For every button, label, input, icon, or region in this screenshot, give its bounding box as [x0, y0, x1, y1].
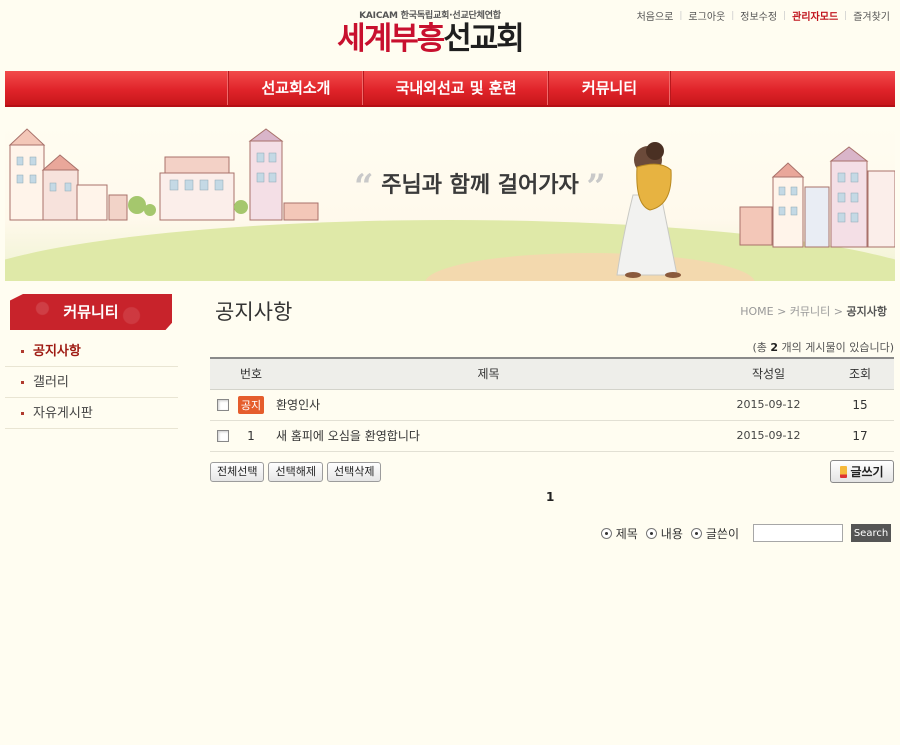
- post-count-suffix: 개의 게시물이 있습니다): [781, 341, 894, 354]
- header-date: 작성일: [711, 357, 826, 390]
- logout-link[interactable]: 로그아웃: [688, 8, 725, 23]
- deselect-button[interactable]: 선택해제: [268, 462, 323, 482]
- separator: |: [731, 10, 735, 21]
- hero-banner: “ 주님과 함께 걸어가자 ”: [5, 125, 895, 281]
- pencil-icon: [840, 465, 848, 478]
- nav-item-missions[interactable]: 국내외선교 및 훈련: [363, 71, 548, 105]
- radio-icon: [645, 527, 657, 539]
- separator: |: [844, 10, 848, 21]
- radio-icon: [600, 527, 612, 539]
- quote-open-icon: “: [354, 167, 374, 207]
- table-row: 1 새 홈피에 오심을 환영합니다 2015-09-12 17: [210, 420, 894, 452]
- search-option-label: 제목: [615, 526, 638, 541]
- row-num-cell: 공지: [236, 389, 266, 421]
- logo-title: 세계부흥선교회: [325, 22, 535, 56]
- row-date: 2015-09-12: [711, 389, 826, 421]
- breadcrumb-community[interactable]: 커뮤니티: [790, 305, 830, 318]
- notice-badge: 공지: [237, 395, 265, 414]
- table-row: 공지 환영인사 2015-09-12 15: [210, 389, 894, 421]
- search-option-label: 내용: [660, 526, 683, 541]
- row-num: 1: [236, 420, 266, 452]
- row-views: 17: [826, 420, 894, 452]
- logo-title-black: 선교회: [443, 21, 525, 57]
- search-bar: 제목 내용 글쓴이 Search: [600, 524, 891, 542]
- banner-slogan: “ 주님과 함께 걸어가자 ”: [320, 167, 640, 207]
- post-count: (총 2 개의 게시물이 있습니다): [752, 339, 894, 355]
- separator: |: [783, 10, 787, 21]
- nav-item-community[interactable]: 커뮤니티: [548, 71, 670, 105]
- sidebar-title-text: 커뮤니티: [63, 303, 119, 321]
- main-nav: 선교회소개 국내외선교 및 훈련 커뮤니티: [5, 71, 895, 107]
- board-table: 번호 제목 작성일 조회 공지 환영인사 2015-09-12 15 1 새 홈…: [210, 357, 894, 452]
- write-button[interactable]: 글쓰기: [830, 460, 894, 483]
- write-button-label: 글쓰기: [850, 465, 884, 479]
- page-title: 공지사항: [215, 300, 293, 324]
- sidebar-title: 커뮤니티: [10, 294, 172, 330]
- bulk-actions: 전체선택 선택해제 선택삭제: [210, 462, 382, 482]
- header-views: 조회: [826, 357, 894, 390]
- row-subject[interactable]: 새 홈피에 오심을 환영합니다: [266, 420, 711, 452]
- table-header-row: 번호 제목 작성일 조회: [210, 357, 894, 390]
- row-checkbox[interactable]: [217, 399, 229, 411]
- header-num: 번호: [236, 357, 266, 390]
- breadcrumb-home[interactable]: HOME: [740, 305, 773, 318]
- search-input[interactable]: [753, 524, 843, 542]
- nav-item-about[interactable]: 선교회소개: [228, 71, 363, 105]
- banner-slogan-text: 주님과 함께 걸어가자: [381, 173, 579, 198]
- edit-profile-link[interactable]: 정보수정: [740, 8, 777, 23]
- sidebar-item-gallery[interactable]: 갤러리: [5, 367, 178, 398]
- search-option-content[interactable]: 내용: [645, 525, 683, 542]
- bookmark-link[interactable]: 즐겨찾기: [853, 8, 890, 23]
- radio-icon: [690, 527, 702, 539]
- nav-divider: [670, 71, 671, 105]
- sidebar-menu: 공지사항 갤러리 자유게시판: [5, 336, 178, 429]
- search-option-label: 글쓴이: [705, 526, 739, 541]
- search-button[interactable]: Search: [851, 524, 891, 542]
- header-checkbox-col: [210, 357, 236, 390]
- select-all-button[interactable]: 전체선택: [210, 462, 265, 482]
- row-checkbox-cell: [210, 389, 236, 421]
- site-logo[interactable]: KAICAM 한국독립교회·선교단체연합 세계부흥선교회: [325, 8, 535, 56]
- separator: |: [679, 10, 683, 21]
- header-subject: 제목: [266, 357, 711, 390]
- logo-title-red: 세계부흥: [337, 21, 445, 57]
- breadcrumb: HOME > 커뮤니티 > 공지사항: [740, 303, 887, 319]
- sidebar-item-notice[interactable]: 공지사항: [5, 336, 178, 367]
- row-checkbox-cell: [210, 420, 236, 452]
- home-link[interactable]: 처음으로: [637, 8, 674, 23]
- sidebar-item-free-board[interactable]: 자유게시판: [5, 398, 178, 429]
- search-option-subject[interactable]: 제목: [600, 525, 638, 542]
- delete-selected-button[interactable]: 선택삭제: [326, 462, 382, 482]
- logo-subtitle: KAICAM 한국독립교회·선교단체연합: [359, 11, 501, 21]
- row-checkbox[interactable]: [217, 430, 229, 442]
- breadcrumb-current: 공지사항: [846, 305, 887, 318]
- row-date: 2015-09-12: [711, 420, 826, 452]
- pagination-current[interactable]: 1: [546, 490, 554, 504]
- row-subject[interactable]: 환영인사: [266, 389, 711, 421]
- post-count-number: 2: [770, 341, 779, 354]
- top-utility-links: 처음으로 | 로그아웃 | 정보수정 | 관리자모드 | 즐겨찾기: [637, 8, 890, 24]
- admin-mode-link[interactable]: 관리자모드: [792, 8, 838, 23]
- quote-close-icon: ”: [586, 167, 606, 207]
- search-option-author[interactable]: 글쓴이: [690, 525, 739, 542]
- row-views: 15: [826, 389, 894, 421]
- post-count-prefix: (총: [752, 341, 767, 354]
- breadcrumb-sep-icon: >: [833, 305, 844, 318]
- breadcrumb-sep-icon: >: [777, 305, 787, 318]
